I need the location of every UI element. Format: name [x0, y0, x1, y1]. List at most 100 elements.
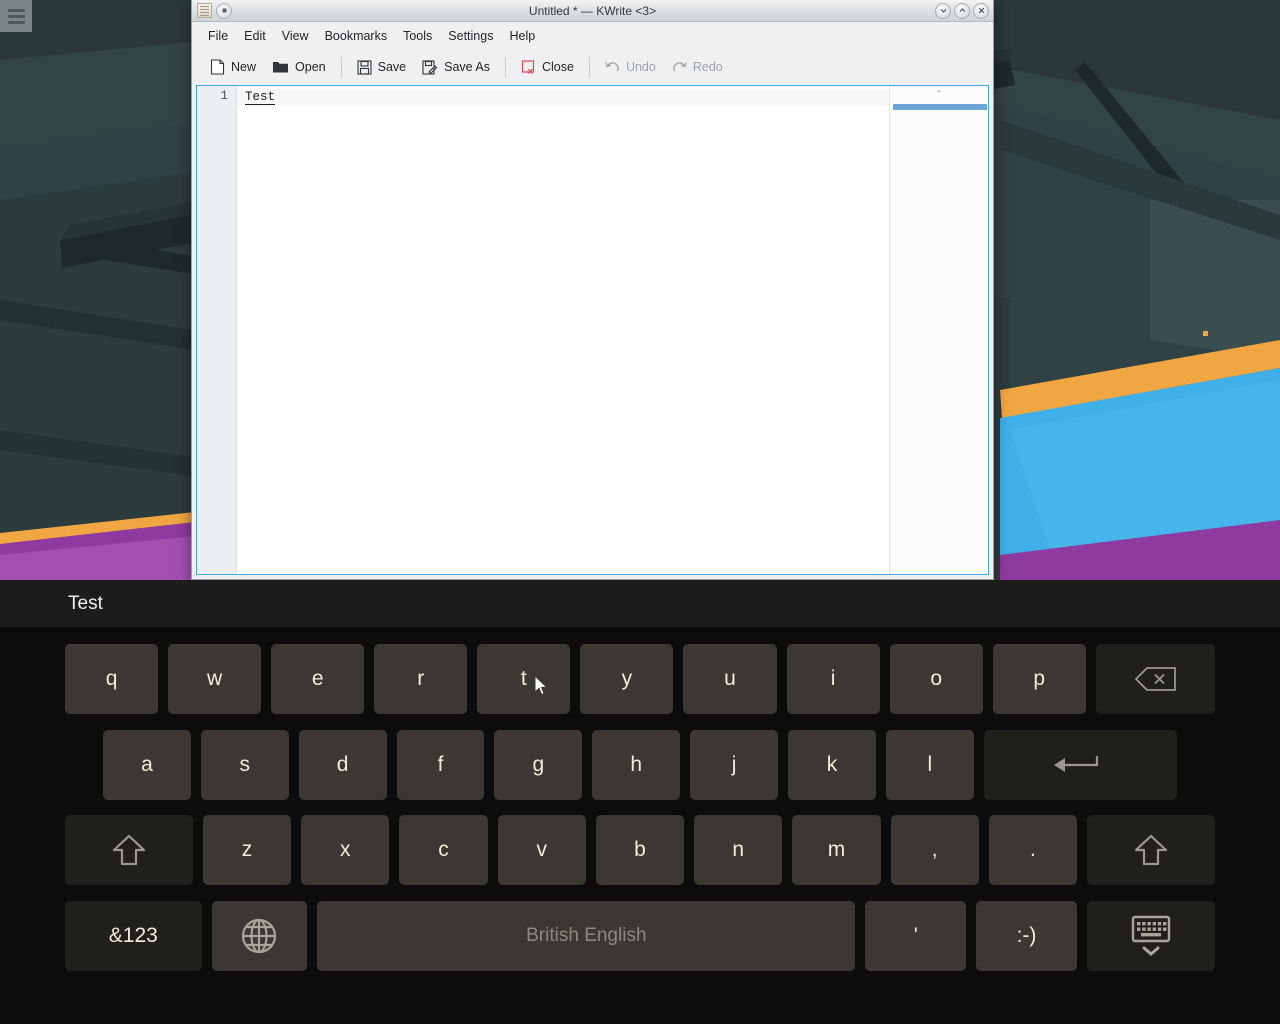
desktop-toolbox-button[interactable]	[0, 0, 32, 32]
save-button-label: Save	[377, 60, 407, 74]
save-button[interactable]: Save	[349, 56, 415, 79]
editor-area[interactable]: 1 Test ⌃	[196, 85, 989, 575]
editor-line-1-text: Test	[245, 90, 276, 105]
text-editor-input[interactable]: Test	[237, 86, 889, 574]
menu-settings[interactable]: Settings	[440, 25, 501, 47]
menu-bookmarks[interactable]: Bookmarks	[317, 25, 396, 47]
toolbar-separator	[504, 57, 506, 77]
toolbar-separator	[340, 57, 342, 77]
save-as-button[interactable]: Save As	[414, 56, 498, 79]
key-r[interactable]: r	[374, 643, 468, 714]
open-button[interactable]: Open	[264, 56, 334, 78]
key-language-switch[interactable]	[211, 901, 308, 972]
new-button-label: New	[231, 60, 257, 74]
line-number-gutter: 1	[197, 86, 237, 574]
undo-button[interactable]: Undo	[597, 56, 664, 78]
save-as-icon	[422, 59, 438, 75]
key-emoji[interactable]: :-)	[976, 901, 1077, 972]
minimize-button[interactable]	[935, 2, 951, 19]
floppy-save-icon	[357, 59, 372, 75]
key-d[interactable]: d	[298, 729, 387, 800]
key-symbols[interactable]: &123	[65, 901, 202, 972]
key-e[interactable]: e	[271, 643, 365, 714]
keyboard-row-4: &123 British English ' :-)	[60, 893, 1220, 979]
keyboard-row-2: a s d f g h j k l	[60, 722, 1220, 808]
key-symbols-label: &123	[108, 924, 158, 948]
close-document-button[interactable]: Close	[513, 56, 582, 79]
key-b[interactable]: b	[595, 815, 685, 886]
word-suggestion-bar: Test	[0, 580, 1280, 627]
key-u[interactable]: u	[683, 643, 777, 714]
undo-button-label: Undo	[625, 60, 656, 74]
kwrite-app-icon	[197, 3, 212, 18]
key-apostrophe[interactable]: '	[865, 901, 967, 972]
window-title: Untitled * — KWrite <3>	[528, 3, 657, 18]
key-v[interactable]: v	[497, 815, 586, 886]
key-comma[interactable]: ,	[890, 815, 979, 886]
window-titlebar[interactable]: Untitled * — KWrite <3>	[192, 0, 993, 22]
key-period[interactable]: .	[988, 815, 1078, 886]
key-enter[interactable]	[983, 729, 1178, 800]
toolbar: New Open Save Save As Close Undo Redo	[192, 49, 993, 85]
key-hide-keyboard[interactable]	[1086, 901, 1216, 972]
key-backspace[interactable]	[1095, 643, 1215, 714]
editor-line-1: Test	[237, 89, 889, 106]
close-icon	[978, 7, 984, 14]
menu-tools[interactable]: Tools	[395, 25, 440, 47]
new-document-icon	[210, 59, 225, 75]
desktop: Untitled * — KWrite <3> File Edit View B…	[0, 0, 1280, 580]
kwrite-window: Untitled * — KWrite <3> File Edit View B…	[191, 0, 994, 580]
save-as-button-label: Save As	[444, 60, 490, 74]
key-x[interactable]: x	[301, 815, 390, 886]
redo-button[interactable]: Redo	[664, 56, 731, 78]
chevron-up-icon[interactable]: ⌃	[890, 90, 988, 101]
globe-icon	[242, 919, 277, 954]
hide-keyboard-icon	[1131, 915, 1171, 957]
keyboard-rows: q w e r t y u i o p a s d f g h j k l z …	[0, 627, 1280, 1024]
key-w[interactable]: w	[168, 643, 262, 714]
key-s[interactable]: s	[200, 729, 289, 800]
key-g[interactable]: g	[494, 729, 583, 800]
line-number: 1	[220, 89, 228, 103]
close-button[interactable]	[973, 2, 989, 19]
open-button-label: Open	[295, 60, 326, 74]
new-button[interactable]: New	[202, 55, 264, 79]
key-j[interactable]: j	[690, 729, 779, 800]
key-c[interactable]: c	[399, 815, 488, 886]
suggestion-word[interactable]: Test	[68, 593, 103, 615]
hamburger-icon-line	[7, 8, 25, 12]
key-l[interactable]: l	[885, 729, 974, 800]
keep-above-button[interactable]	[216, 2, 232, 19]
scrollbar-thumb[interactable]	[893, 104, 987, 110]
key-shift-right[interactable]	[1087, 815, 1215, 886]
key-t[interactable]: t	[477, 643, 571, 714]
key-f[interactable]: f	[396, 729, 485, 800]
key-space[interactable]: British English	[317, 901, 856, 972]
key-o[interactable]: o	[889, 643, 983, 714]
key-p[interactable]: p	[992, 643, 1086, 714]
menu-edit[interactable]: Edit	[236, 25, 274, 47]
key-q[interactable]: q	[65, 643, 159, 714]
key-h[interactable]: h	[592, 729, 681, 800]
maximize-button[interactable]	[954, 2, 970, 19]
keyboard-row-3: z x c v b n m , .	[60, 808, 1220, 894]
pin-icon	[222, 8, 226, 13]
toolbar-separator	[588, 57, 590, 77]
key-z[interactable]: z	[202, 815, 292, 886]
close-document-icon	[521, 59, 536, 75]
menu-view[interactable]: View	[274, 25, 317, 47]
key-k[interactable]: k	[788, 729, 876, 800]
menu-help[interactable]: Help	[501, 25, 543, 47]
key-space-label: British English	[526, 925, 647, 947]
menu-file[interactable]: File	[200, 25, 236, 47]
key-n[interactable]: n	[694, 815, 783, 886]
key-i[interactable]: i	[786, 643, 880, 714]
redo-button-label: Redo	[692, 60, 723, 74]
menubar: File Edit View Bookmarks Tools Settings …	[192, 22, 993, 49]
editor-minimap-scrollbar[interactable]: ⌃	[889, 86, 988, 574]
key-y[interactable]: y	[580, 643, 674, 714]
key-m[interactable]: m	[792, 815, 881, 886]
key-shift-left[interactable]	[65, 815, 193, 886]
shift-icon	[1134, 835, 1168, 866]
key-a[interactable]: a	[103, 729, 191, 800]
